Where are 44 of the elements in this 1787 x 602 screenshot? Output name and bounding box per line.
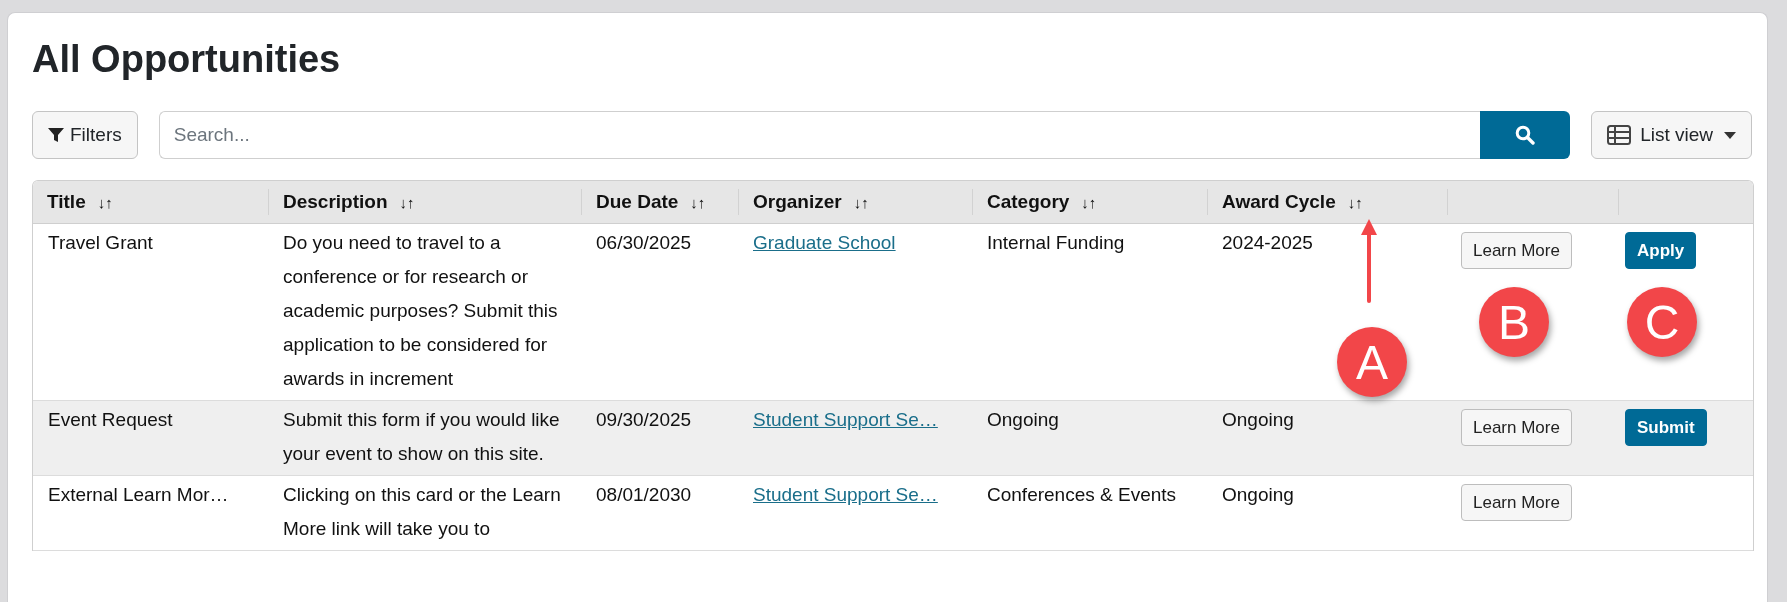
category-cell: Internal Funding bbox=[987, 232, 1125, 253]
sort-icon[interactable]: ↓↑ bbox=[1347, 193, 1363, 211]
due-date-cell: 06/30/2025 bbox=[596, 232, 692, 253]
description-cell: Do you need to travel to a conference or for research or academic purposes? Submit this application to be considered for awards in increment bbox=[283, 232, 558, 389]
category-cell: Ongoing bbox=[987, 409, 1059, 430]
organizer-link[interactable]: Student Support Se… bbox=[753, 484, 938, 505]
learn-more-button[interactable]: Learn More bbox=[1461, 484, 1572, 521]
search-icon bbox=[1515, 125, 1536, 145]
caret-icon bbox=[1724, 131, 1736, 139]
table-icon bbox=[1607, 125, 1632, 145]
filters-button[interactable]: Filters bbox=[32, 111, 138, 159]
column-header: Description bbox=[283, 191, 388, 213]
list-view-button[interactable]: List view bbox=[1591, 111, 1752, 159]
search-button[interactable] bbox=[1480, 111, 1571, 159]
sort-icon[interactable]: ↓↑ bbox=[1081, 193, 1097, 211]
sort-icon[interactable]: ↓↑ bbox=[690, 193, 706, 211]
description-cell: Submit this form if you would like your event to show on this site. bbox=[283, 409, 560, 464]
organizer-link[interactable]: Graduate School bbox=[753, 232, 896, 253]
description-cell: Clicking on this card or the Learn More link will take you to bbox=[283, 484, 561, 539]
award-cycle-cell: 2024-2025 bbox=[1222, 232, 1313, 253]
learn-more-button[interactable]: Learn More bbox=[1461, 409, 1572, 446]
award-cycle-cell: Ongoing bbox=[1222, 484, 1294, 505]
column-header: Award Cycle bbox=[1222, 191, 1336, 213]
primary-button[interactable]: Submit bbox=[1625, 409, 1707, 446]
primary-button[interactable]: Apply bbox=[1625, 232, 1697, 269]
page-title: All Opportunities bbox=[32, 37, 342, 82]
search-field[interactable]: Search... bbox=[158, 111, 1481, 159]
due-date-cell: 08/01/2030 bbox=[596, 484, 692, 505]
column-header: Category bbox=[987, 191, 1070, 213]
column-header: Organizer bbox=[753, 191, 842, 213]
column-header: Due Date bbox=[596, 191, 679, 213]
column-header: Title bbox=[47, 191, 86, 213]
learn-more-button[interactable]: Learn More bbox=[1461, 232, 1572, 269]
organizer-link[interactable]: Student Support Se… bbox=[753, 409, 938, 430]
title-cell: External Learn Mor… bbox=[48, 484, 229, 505]
category-cell: Conferences & Events bbox=[987, 484, 1177, 505]
sort-icon[interactable]: ↓↑ bbox=[97, 193, 113, 211]
award-cycle-cell: Ongoing bbox=[1222, 409, 1294, 430]
title-cell: Travel Grant bbox=[48, 232, 153, 253]
sort-icon[interactable]: ↓↑ bbox=[853, 193, 869, 211]
title-cell: Event Request bbox=[48, 409, 173, 430]
due-date-cell: 09/30/2025 bbox=[596, 409, 692, 430]
filter-icon bbox=[48, 127, 64, 143]
sort-icon[interactable]: ↓↑ bbox=[399, 193, 415, 211]
